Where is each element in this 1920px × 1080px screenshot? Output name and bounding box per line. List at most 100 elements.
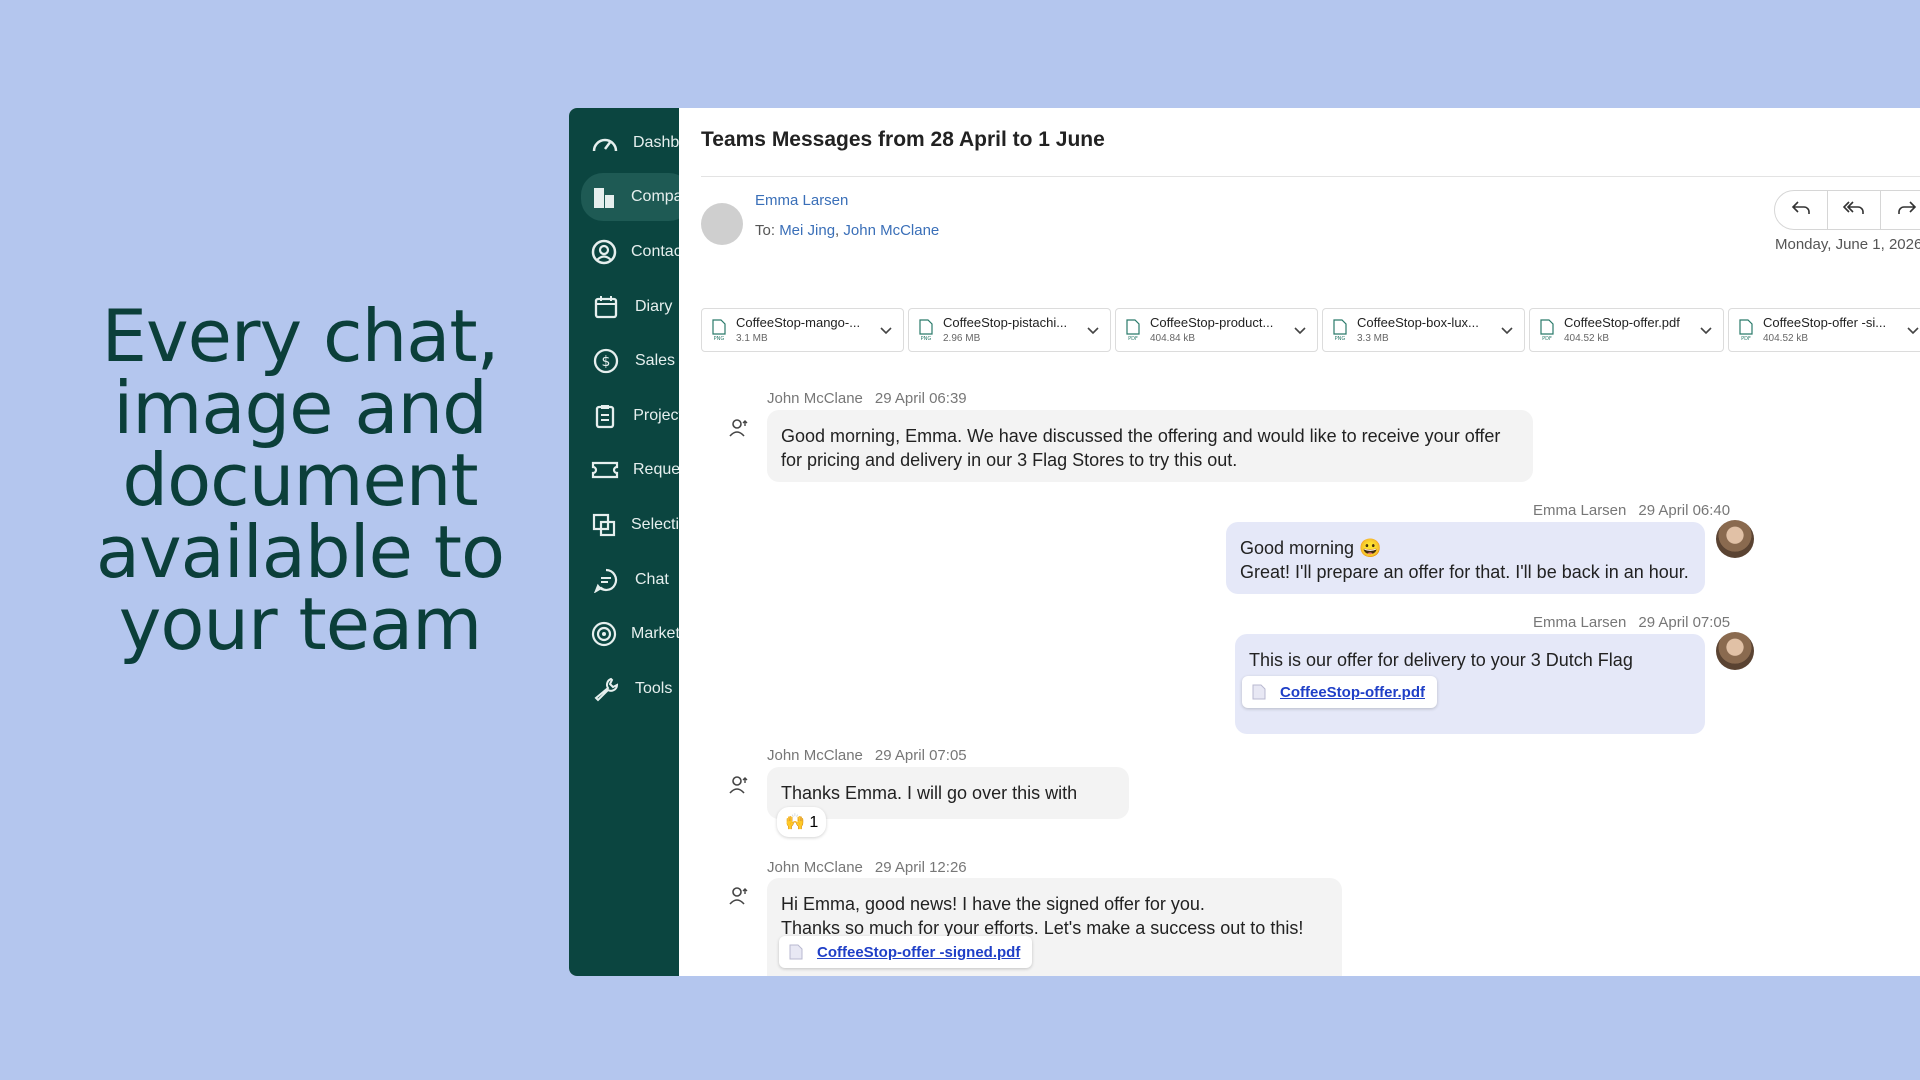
hero-line: document	[122, 438, 478, 522]
message-time: 29 April 06:40	[1638, 502, 1731, 519]
reaction-badge[interactable]: 🙌 1	[777, 807, 827, 837]
sidebar: Dashboard Companies Contacts Diary $ Sal…	[569, 108, 679, 976]
chevron-down-icon[interactable]	[1084, 321, 1102, 339]
file-link-name[interactable]: CoffeeStop-offer.pdf	[1280, 684, 1425, 701]
sender-name[interactable]: Emma Larsen	[755, 192, 848, 209]
document-icon	[789, 944, 803, 960]
file-type-label: PDF	[1128, 336, 1138, 341]
attachment-chip[interactable]: PNG CoffeeStop-pistachi... 2.96 MB	[908, 308, 1111, 352]
message-meta: Emma Larsen 29 April 06:40	[1533, 502, 1730, 519]
message-meta: John McClane 29 April 12:26	[767, 859, 967, 876]
sidebar-item-label: Marketing	[631, 625, 679, 642]
clipboard-icon	[591, 401, 619, 431]
page-title: Teams Messages from 28 April to 1 June	[701, 128, 1105, 151]
chevron-down-icon[interactable]	[1697, 321, 1715, 339]
sidebar-item-label: Chat	[635, 571, 669, 588]
message-author: John McClane	[767, 859, 863, 876]
forward-button[interactable]	[1881, 191, 1920, 229]
file-link-name[interactable]: CoffeeStop-offer -signed.pdf	[817, 944, 1020, 961]
message-text: Hi Emma, good news! I have the signed of…	[781, 894, 1205, 914]
message-text: Good morning, Emma. We have discussed th…	[781, 426, 1501, 446]
building-icon	[591, 182, 617, 212]
message-date: Monday, June 1, 2026	[1775, 236, 1920, 253]
message-bubble: Good morning 😀 Great! I'll prepare an of…	[1226, 522, 1705, 594]
file-type-label: PDF	[1741, 336, 1751, 341]
attachment-chip[interactable]: PDF CoffeeStop-offer -si... 404.52 kB	[1728, 308, 1920, 352]
message-time: 29 April 07:05	[1638, 614, 1731, 631]
message-text: for pricing and delivery in our 3 Flag S…	[781, 450, 1238, 470]
reply-icon	[1791, 200, 1811, 221]
chevron-down-icon[interactable]	[1291, 321, 1309, 339]
sidebar-item-tools[interactable]: Tools	[581, 665, 679, 713]
avatar	[1716, 520, 1754, 558]
chevron-down-icon[interactable]	[1904, 321, 1920, 339]
hero-line: image and	[113, 366, 488, 450]
message-bubble: Good morning, Emma. We have discussed th…	[767, 410, 1533, 482]
file-icon: PDF	[1739, 319, 1753, 342]
sidebar-item-sales[interactable]: $ Sales	[581, 337, 679, 385]
message-time: 29 April 07:05	[874, 747, 967, 764]
attachment-chip[interactable]: PNG CoffeeStop-mango-... 3.1 MB	[701, 308, 904, 352]
selection-icon	[591, 510, 617, 540]
message-time: 29 April 06:39	[874, 390, 967, 407]
file-attachment-link[interactable]: CoffeeStop-offer -signed.pdf	[779, 936, 1033, 968]
hero-line: Every chat,	[101, 294, 500, 378]
attachment-chip[interactable]: PDF CoffeeStop-product... 404.84 kB	[1115, 308, 1318, 352]
sidebar-item-requests[interactable]: Requests	[581, 446, 679, 494]
file-type-label: PNG	[1335, 336, 1346, 341]
message-meta: John McClane 29 April 06:39	[767, 390, 967, 407]
file-icon: PDF	[1126, 319, 1140, 342]
sidebar-item-contacts[interactable]: Contacts	[581, 228, 679, 276]
ticket-icon	[591, 455, 619, 485]
attachment-size: 3.3 MB	[1357, 333, 1389, 344]
attachment-size: 2.96 MB	[943, 333, 981, 344]
message-view: Teams Messages from 28 April to 1 June E…	[679, 108, 1920, 976]
user-icon	[721, 767, 757, 803]
sidebar-item-label: Requests	[633, 461, 679, 478]
attachment-list: PNG CoffeeStop-mango-... 3.1 MB PNG Coff…	[701, 308, 1920, 354]
attachment-name: CoffeeStop-mango-...	[736, 315, 861, 330]
document-icon	[1252, 684, 1266, 700]
avatar	[701, 203, 743, 245]
sidebar-item-label: Tools	[635, 680, 673, 697]
sidebar-item-projects[interactable]: Projects	[581, 392, 679, 440]
reply-all-button[interactable]	[1828, 191, 1881, 229]
message-actions	[1774, 190, 1920, 230]
sidebar-item-marketing[interactable]: Marketing	[581, 610, 679, 658]
message-text: Thanks Emma. I will go over this with Me…	[781, 783, 1078, 827]
wrench-icon	[591, 674, 621, 704]
attachment-name: CoffeeStop-pistachi...	[943, 315, 1068, 330]
sidebar-item-diary[interactable]: Diary	[581, 283, 679, 331]
chevron-down-icon[interactable]	[877, 321, 895, 339]
file-attachment-link[interactable]: CoffeeStop-offer.pdf	[1242, 676, 1437, 708]
avatar	[1716, 632, 1754, 670]
reply-button[interactable]	[1775, 191, 1828, 229]
dollar-icon: $	[591, 346, 621, 376]
sidebar-item-label: Dashboard	[633, 134, 679, 151]
divider	[701, 176, 1920, 177]
message-meta: Emma Larsen 29 April 07:05	[1533, 614, 1730, 631]
attachment-name: CoffeeStop-box-lux...	[1357, 315, 1479, 330]
svg-text:$: $	[602, 354, 611, 370]
attachment-name: CoffeeStop-offer.pdf	[1564, 315, 1680, 330]
sidebar-item-chat[interactable]: Chat	[581, 556, 679, 604]
recipient-link[interactable]: Mei Jing	[779, 222, 835, 239]
attachment-chip[interactable]: PNG CoffeeStop-box-lux... 3.3 MB	[1322, 308, 1525, 352]
user-icon	[721, 410, 757, 446]
recipient-link[interactable]: John McClane	[843, 222, 939, 239]
hero-line: available to	[95, 510, 505, 594]
attachment-size: 404.84 kB	[1150, 333, 1196, 344]
sidebar-item-companies[interactable]: Companies	[581, 173, 679, 221]
user-icon	[721, 878, 757, 914]
message-author: John McClane	[767, 390, 863, 407]
message-text: Great! I'll prepare an offer for that. I…	[1240, 562, 1689, 582]
chevron-down-icon[interactable]	[1498, 321, 1516, 339]
file-icon: PNG	[919, 319, 933, 342]
sidebar-item-selections[interactable]: Selections	[581, 501, 679, 549]
app-window: Dashboard Companies Contacts Diary $ Sal…	[569, 108, 1920, 976]
file-icon: PDF	[1540, 319, 1554, 342]
message-author: Emma Larsen	[1533, 502, 1627, 519]
attachment-chip[interactable]: PDF CoffeeStop-offer.pdf 404.52 kB	[1529, 308, 1724, 352]
calendar-icon	[591, 292, 621, 322]
sidebar-item-dashboard[interactable]: Dashboard	[581, 119, 679, 167]
